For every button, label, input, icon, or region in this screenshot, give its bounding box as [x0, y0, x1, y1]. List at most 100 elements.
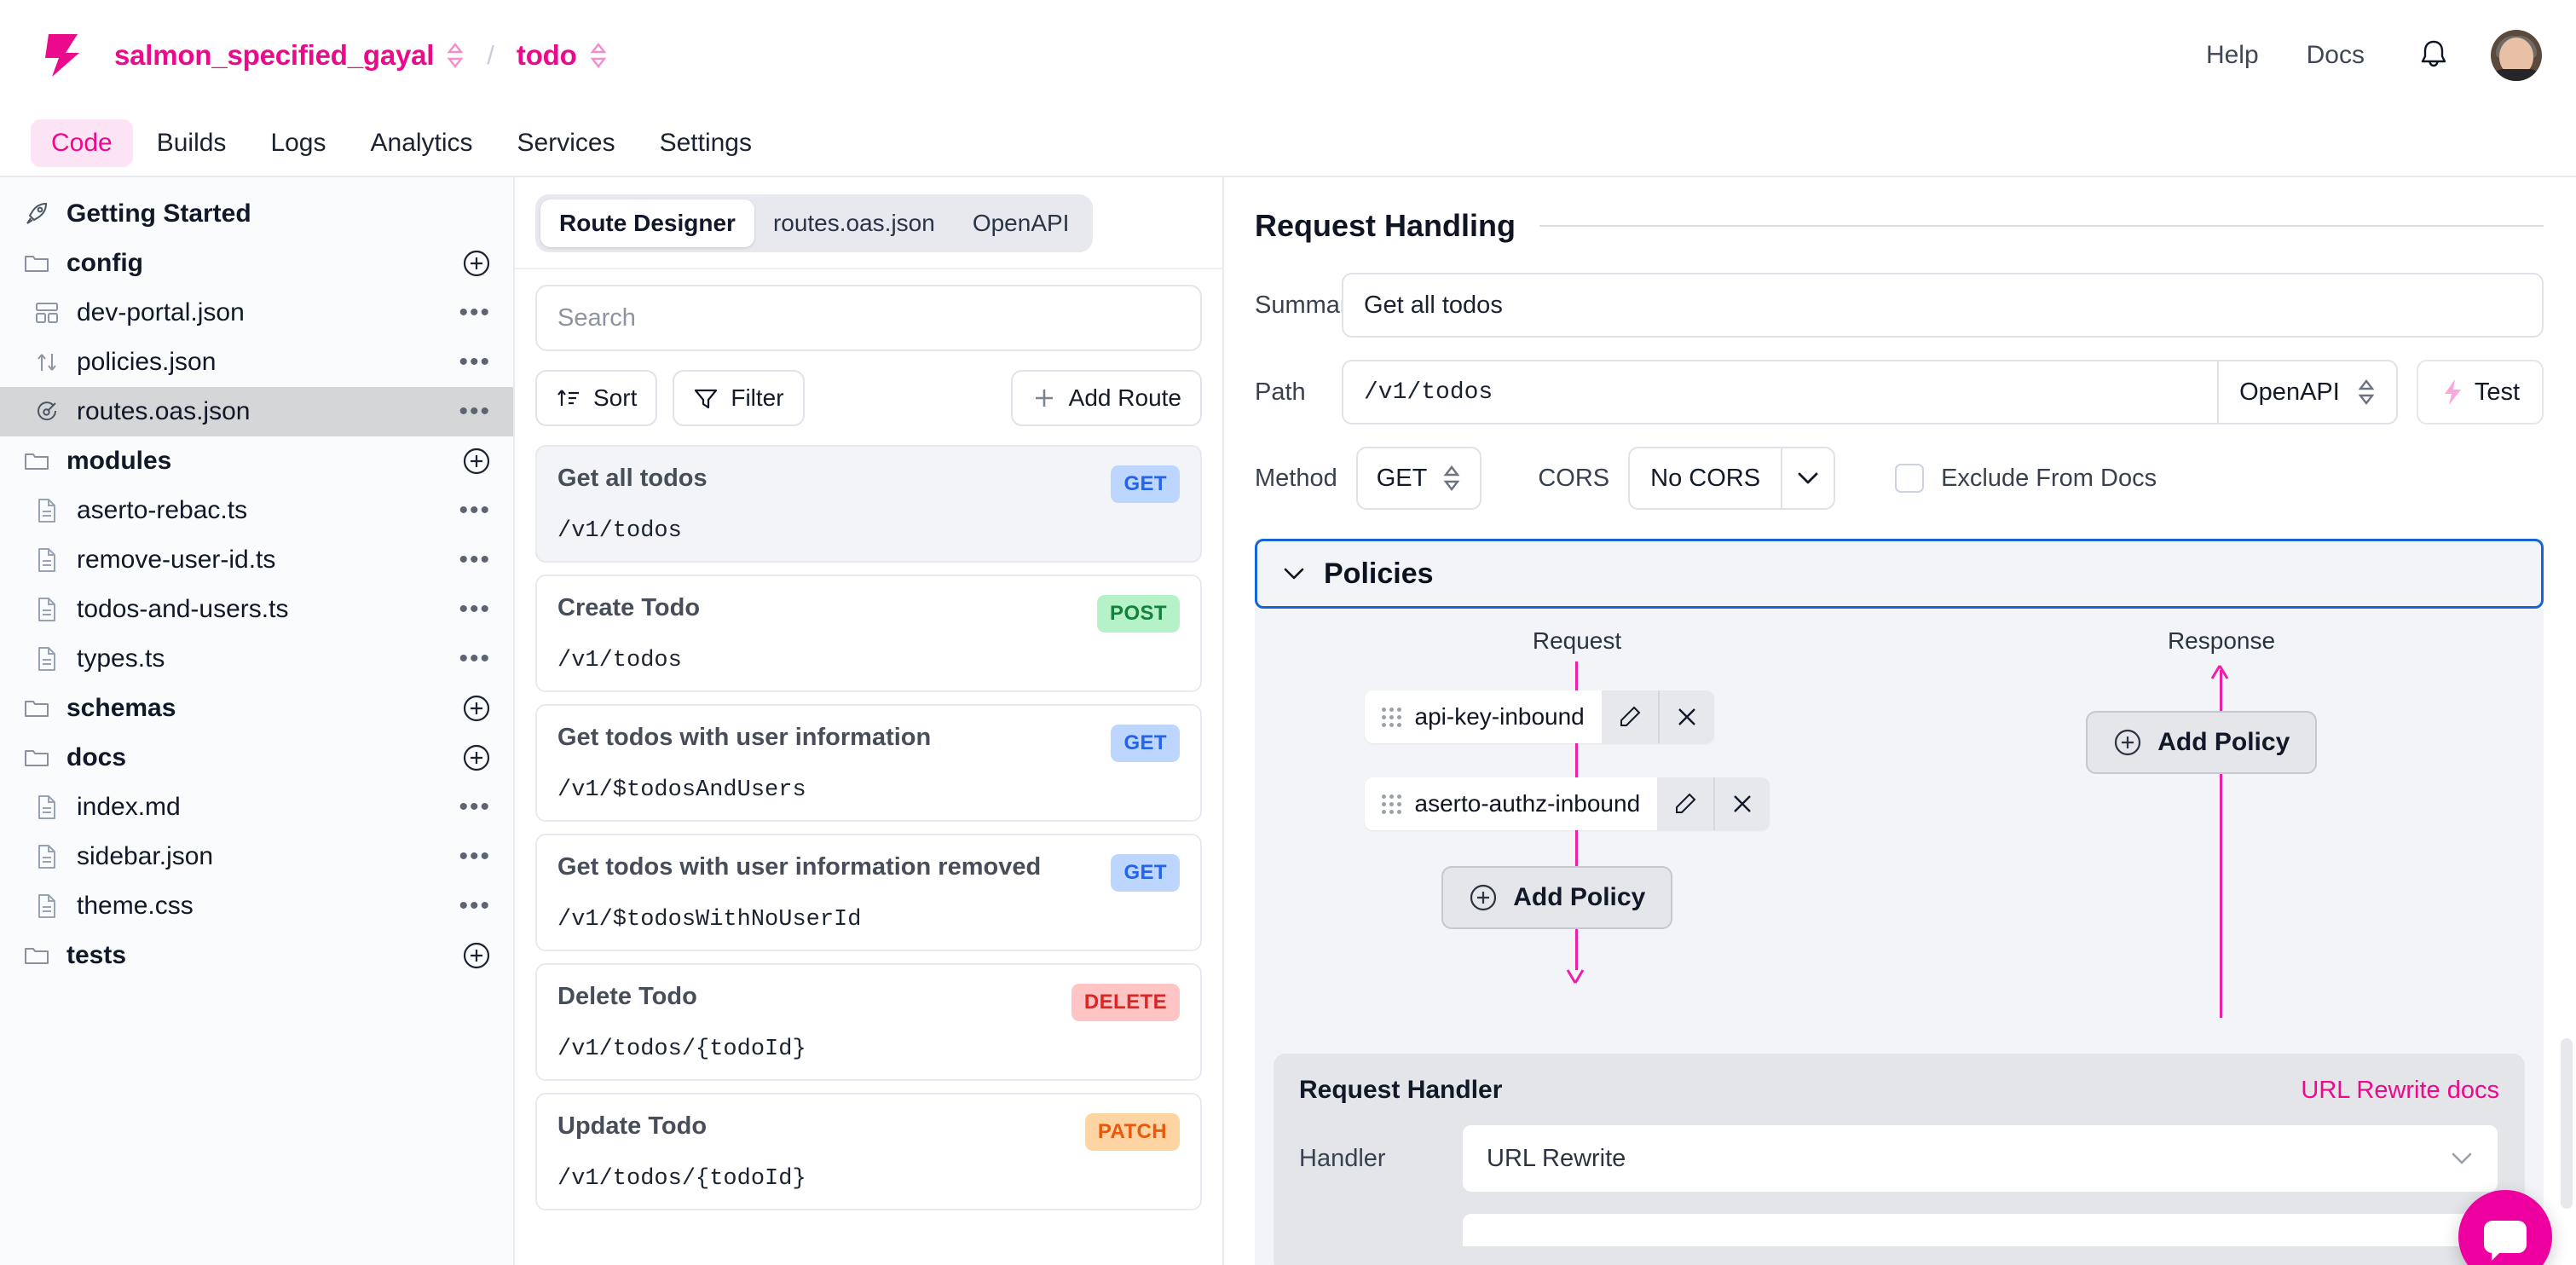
add-file-button[interactable]: [462, 447, 491, 476]
chevron-down-icon[interactable]: [1283, 566, 1305, 581]
sidebar-folder-tests[interactable]: tests: [0, 931, 513, 980]
policies-section-header[interactable]: Policies: [1255, 539, 2544, 609]
nav-tab-settings[interactable]: Settings: [639, 119, 772, 167]
route-list: Get all todos GET /v1/todos Create Todo …: [515, 445, 1222, 1265]
top-bar: salmon_specified_gayal / todo Help Docs: [0, 0, 2576, 111]
drag-handle-icon[interactable]: [1381, 707, 1401, 727]
file-menu-button[interactable]: •••: [459, 893, 491, 919]
add-file-button[interactable]: [462, 694, 491, 723]
sidebar-file-aserto-rebac-ts[interactable]: aserto-rebac.ts •••: [0, 486, 513, 535]
drag-handle-icon[interactable]: [1381, 794, 1401, 814]
sidebar-folder-docs[interactable]: docs: [0, 733, 513, 783]
add-file-button[interactable]: [462, 743, 491, 772]
sidebar-file-types-ts[interactable]: types.ts •••: [0, 634, 513, 684]
remove-policy-button[interactable]: [1657, 690, 1714, 743]
exclude-from-docs-checkbox[interactable]: [1895, 464, 1925, 493]
summary-input[interactable]: Get all todos: [1342, 273, 2544, 338]
handler-secondary-field[interactable]: [1461, 1212, 2499, 1246]
sidebar-item-getting-started[interactable]: Getting Started: [0, 189, 513, 239]
help-link[interactable]: Help: [2206, 41, 2259, 70]
routes-panel-controls: Search Sort Filter Add Route: [515, 269, 1222, 426]
exclude-from-docs-row[interactable]: Exclude From Docs: [1895, 464, 2157, 493]
route-list-item[interactable]: Get todos with user information removed …: [535, 834, 1202, 951]
filter-button[interactable]: Filter: [673, 370, 805, 426]
test-label: Test: [2474, 378, 2520, 406]
handler-select[interactable]: URL Rewrite: [1461, 1123, 2499, 1193]
project-selector-chevron-icon[interactable]: [446, 41, 465, 70]
sidebar-file-remove-user-id-ts[interactable]: remove-user-id.ts •••: [0, 535, 513, 585]
sidebar-item-label: aserto-rebac.ts: [77, 496, 248, 524]
route-list-item[interactable]: Get todos with user information GET /v1/…: [535, 704, 1202, 822]
add-response-policy-button[interactable]: Add Policy: [2086, 711, 2318, 774]
search-input[interactable]: Search: [535, 285, 1202, 351]
route-list-item[interactable]: Get all todos GET /v1/todos: [535, 445, 1202, 563]
edit-policy-button[interactable]: [1657, 777, 1713, 830]
tab-openapi[interactable]: OpenAPI: [954, 199, 1089, 247]
file-menu-button[interactable]: •••: [459, 498, 491, 523]
add-request-policy-button[interactable]: Add Policy: [1441, 866, 1673, 929]
sort-button[interactable]: Sort: [535, 370, 658, 426]
tab-route-designer[interactable]: Route Designer: [540, 199, 754, 247]
sidebar-folder-schemas[interactable]: schemas: [0, 684, 513, 733]
route-method-badge: GET: [1111, 725, 1180, 762]
policy-chip[interactable]: api-key-inbound: [1364, 690, 1714, 743]
url-rewrite-docs-link[interactable]: URL Rewrite docs: [2301, 1077, 2499, 1105]
policy-chip-name-wrap: aserto-authz-inbound: [1364, 777, 1658, 830]
sidebar-file-routes-oas-json[interactable]: routes.oas.json •••: [0, 387, 513, 436]
sidebar-file-theme-css[interactable]: theme.css •••: [0, 881, 513, 931]
file-menu-button[interactable]: •••: [459, 399, 491, 425]
request-handler-title: Request Handler: [1299, 1076, 1503, 1104]
breadcrumb-project[interactable]: salmon_specified_gayal: [114, 39, 434, 72]
tab-routes-oas-json[interactable]: routes.oas.json: [754, 199, 954, 247]
nav-tab-logs[interactable]: Logs: [250, 119, 346, 167]
nav-tab-services[interactable]: Services: [497, 119, 636, 167]
file-menu-button[interactable]: •••: [459, 794, 491, 820]
sidebar-file-sidebar-json[interactable]: sidebar.json •••: [0, 832, 513, 881]
add-file-button[interactable]: [462, 941, 491, 970]
sidebar-folder-config[interactable]: config: [0, 239, 513, 288]
user-avatar[interactable]: [2491, 30, 2542, 81]
nav-tab-analytics[interactable]: Analytics: [350, 119, 494, 167]
nav-tab-builds[interactable]: Builds: [136, 119, 247, 167]
sort-icon: [556, 385, 581, 411]
bell-icon[interactable]: [2417, 38, 2450, 72]
docs-link[interactable]: Docs: [2307, 41, 2365, 70]
policy-chip[interactable]: aserto-authz-inbound: [1364, 777, 1770, 830]
file-icon: [32, 893, 61, 919]
nav-tab-code[interactable]: Code: [31, 119, 133, 167]
file-menu-button[interactable]: •••: [459, 300, 491, 326]
file-menu-button[interactable]: •••: [459, 547, 491, 573]
route-list-item[interactable]: Create Todo POST /v1/todos: [535, 575, 1202, 692]
edit-policy-button[interactable]: [1602, 690, 1658, 743]
zuplo-logo-icon[interactable]: [38, 32, 85, 79]
path-input[interactable]: /v1/todos: [1342, 360, 2218, 425]
sidebar-item-label: Getting Started: [66, 199, 251, 228]
sidebar-file-policies-json[interactable]: policies.json •••: [0, 338, 513, 387]
sidebar-file-dev-portal-json[interactable]: dev-portal.json •••: [0, 288, 513, 338]
path-mode-select[interactable]: OpenAPI: [2217, 360, 2398, 425]
file-menu-button[interactable]: •••: [459, 844, 491, 869]
route-path: /v1/todos/{todoId}: [557, 1037, 806, 1062]
sidebar-folder-modules[interactable]: modules: [0, 436, 513, 486]
sidebar-file-index-md[interactable]: index.md •••: [0, 783, 513, 832]
test-button[interactable]: Test: [2416, 360, 2544, 425]
handler-label: Handler: [1299, 1144, 1386, 1172]
route-list-item[interactable]: Update Todo PATCH /v1/todos/{todoId}: [535, 1093, 1202, 1210]
policy-name: api-key-inbound: [1414, 703, 1585, 730]
cors-select[interactable]: No CORS: [1628, 447, 1836, 510]
file-menu-button[interactable]: •••: [459, 597, 491, 622]
remove-policy-button[interactable]: [1713, 777, 1770, 830]
route-list-item[interactable]: Delete Todo DELETE /v1/todos/{todoId}: [535, 963, 1202, 1081]
method-select[interactable]: GET: [1355, 447, 1482, 510]
routes-panel: Route Designer routes.oas.json OpenAPI S…: [515, 177, 1224, 1265]
detail-scrollbar[interactable]: [2561, 1038, 2573, 1209]
response-flow-arrow-icon: [2209, 665, 2230, 687]
add-route-button[interactable]: Add Route: [1010, 370, 1202, 426]
breadcrumb-environment[interactable]: todo: [517, 39, 577, 72]
add-policy-label: Add Policy: [1513, 883, 1646, 911]
sidebar-file-todos-and-users-ts[interactable]: todos-and-users.ts •••: [0, 585, 513, 634]
add-file-button[interactable]: [462, 249, 491, 278]
file-menu-button[interactable]: •••: [459, 349, 491, 375]
file-menu-button[interactable]: •••: [459, 646, 491, 672]
environment-selector-chevron-icon[interactable]: [589, 41, 608, 70]
